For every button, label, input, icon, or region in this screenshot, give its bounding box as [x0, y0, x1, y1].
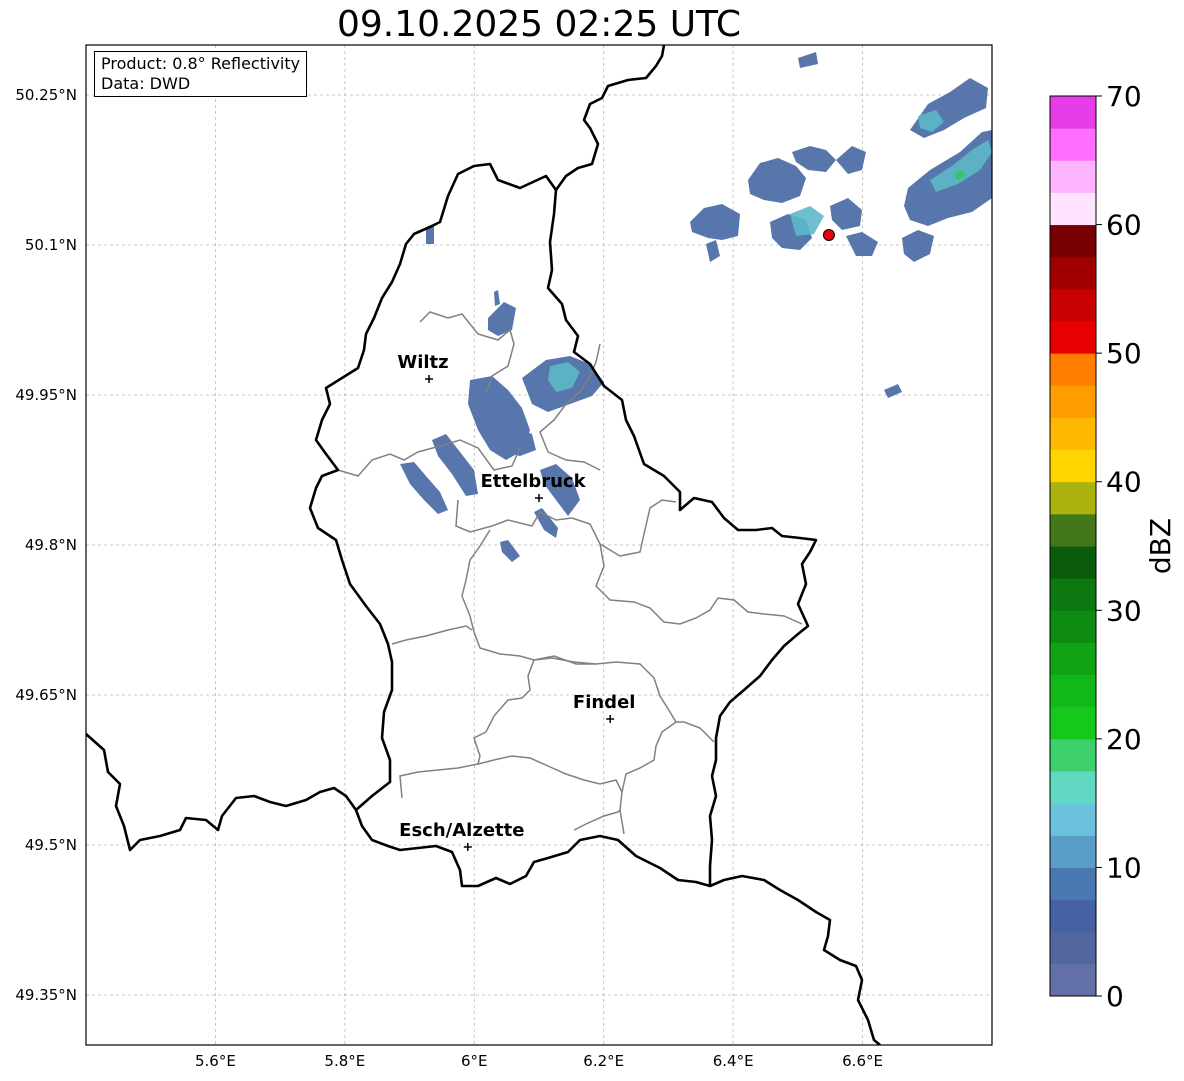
city-label: Findel	[573, 692, 636, 713]
echo-lux7	[500, 540, 520, 562]
colorbar-segment	[1050, 931, 1096, 965]
lat-tick-label: 49.5°N	[25, 836, 77, 854]
colorbar-segment	[1050, 771, 1096, 804]
lon-tick-label: 6.2°E	[583, 1052, 624, 1070]
north-border	[554, 45, 666, 191]
colorbar-tick-label: 10	[1106, 851, 1142, 884]
lon-tick-label: 6°E	[461, 1052, 488, 1070]
colorbar-segment	[1050, 160, 1096, 193]
colorbar-segment	[1050, 288, 1096, 322]
colorbar-segment	[1050, 642, 1096, 676]
echo-lux6	[534, 508, 558, 538]
lat-tick-label: 49.95°N	[15, 386, 77, 404]
colorbar-segment	[1050, 546, 1096, 579]
colorbar-segment	[1050, 224, 1096, 258]
colorbar-label: dBZ	[1144, 518, 1177, 574]
colorbar-segment	[1050, 353, 1096, 386]
colorbar-segment	[1050, 610, 1096, 643]
colorbar-segment	[1050, 706, 1096, 740]
colorbar-segment	[1050, 578, 1096, 611]
lat-tick-label: 50.25°N	[15, 86, 77, 104]
echo-lux10	[494, 290, 500, 306]
lat-tick-label: 50.1°N	[25, 236, 77, 254]
lon-tick-label: 5.8°E	[324, 1052, 365, 1070]
colorbar-segment	[1050, 481, 1096, 515]
colorbar-segment	[1050, 128, 1096, 161]
echo-cluster-ne6	[830, 198, 862, 230]
city-findel: Findel	[573, 692, 636, 723]
colorbar-tick-label: 0	[1106, 980, 1124, 1013]
echo-cluster-ne10	[902, 230, 934, 262]
southeast-border	[709, 874, 881, 1045]
echo-cluster-ne13	[706, 240, 720, 262]
echo-cyan2	[790, 206, 824, 236]
colorbar-segment	[1050, 674, 1096, 708]
echo-lux8	[488, 302, 516, 336]
colorbar-segment	[1050, 256, 1096, 290]
radar-site-marker	[822, 229, 835, 241]
city-label: Wiltz	[397, 352, 448, 373]
west-border	[86, 733, 358, 852]
colorbar-tick-label: 30	[1106, 594, 1142, 627]
lat-tick-label: 49.35°N	[15, 986, 77, 1004]
axis-ticks: 50.25°N 50.1°N 49.95°N 49.8°N 49.65°N 49.5°N 4…	[15, 86, 883, 1070]
luxembourg-border	[308, 162, 818, 888]
colorbar-tick-label: 20	[1106, 723, 1142, 756]
product-info-box: Product: 0.8° Reflectivity Data: DWD	[94, 51, 308, 97]
data-source-label: Data: DWD	[101, 74, 191, 93]
colorbar-tick-label: 40	[1106, 466, 1142, 499]
lon-tick-label: 6.6°E	[842, 1052, 883, 1070]
lat-tick-label: 49.65°N	[15, 686, 77, 704]
city-wiltz: Wiltz	[397, 352, 449, 383]
colorbar-tick-label: 70	[1106, 80, 1142, 113]
echo-cluster-ne12	[884, 384, 902, 398]
colorbar-segment	[1050, 385, 1096, 418]
echo-cluster-ne2	[792, 146, 836, 172]
city-esch-alzette: Esch/Alzette	[399, 820, 524, 851]
echo-cluster-ne3	[836, 146, 866, 174]
colorbar-segment	[1050, 96, 1096, 129]
city-label: Ettelbruck	[480, 471, 586, 492]
colorbar-segment	[1050, 867, 1096, 901]
colorbar-segment	[1050, 321, 1096, 354]
colorbar-segment	[1050, 835, 1096, 868]
echo-cluster-ne7	[846, 232, 878, 256]
colorbar-tick-label: 50	[1106, 337, 1142, 370]
map-gridlines	[86, 45, 992, 1045]
colorbar-segment	[1050, 192, 1096, 226]
colorbar-segment	[1050, 513, 1096, 547]
colorbar-segment	[1050, 899, 1096, 933]
echo-cluster-ne1	[748, 158, 806, 203]
radar-map: 50.25°N 50.1°N 49.95°N 49.8°N 49.65°N 49.5°N 4…	[15, 44, 1177, 1070]
colorbar-segment	[1050, 417, 1096, 451]
colorbar-segment	[1050, 738, 1096, 772]
echo-lux4	[432, 434, 478, 496]
colorbar-tick-label: 60	[1106, 209, 1142, 242]
colorbar-segment	[1050, 803, 1096, 836]
colorbar: 0 10 20 30 40 50 60 70 dBZ	[1049, 80, 1177, 1013]
product-label: Product: 0.8° Reflectivity	[101, 54, 301, 73]
echo-cluster-ne4	[690, 204, 740, 240]
city-label: Esch/Alzette	[399, 820, 524, 841]
lat-tick-label: 49.8°N	[25, 536, 77, 554]
echo-lux3	[400, 462, 448, 514]
lon-tick-label: 6.4°E	[713, 1052, 754, 1070]
echo-cluster-ne11	[798, 52, 818, 68]
echo-cluster-ne9	[910, 78, 988, 138]
colorbar-segment	[1050, 449, 1096, 483]
colorbar-segment	[1050, 963, 1096, 997]
lon-tick-label: 5.6°E	[195, 1052, 236, 1070]
